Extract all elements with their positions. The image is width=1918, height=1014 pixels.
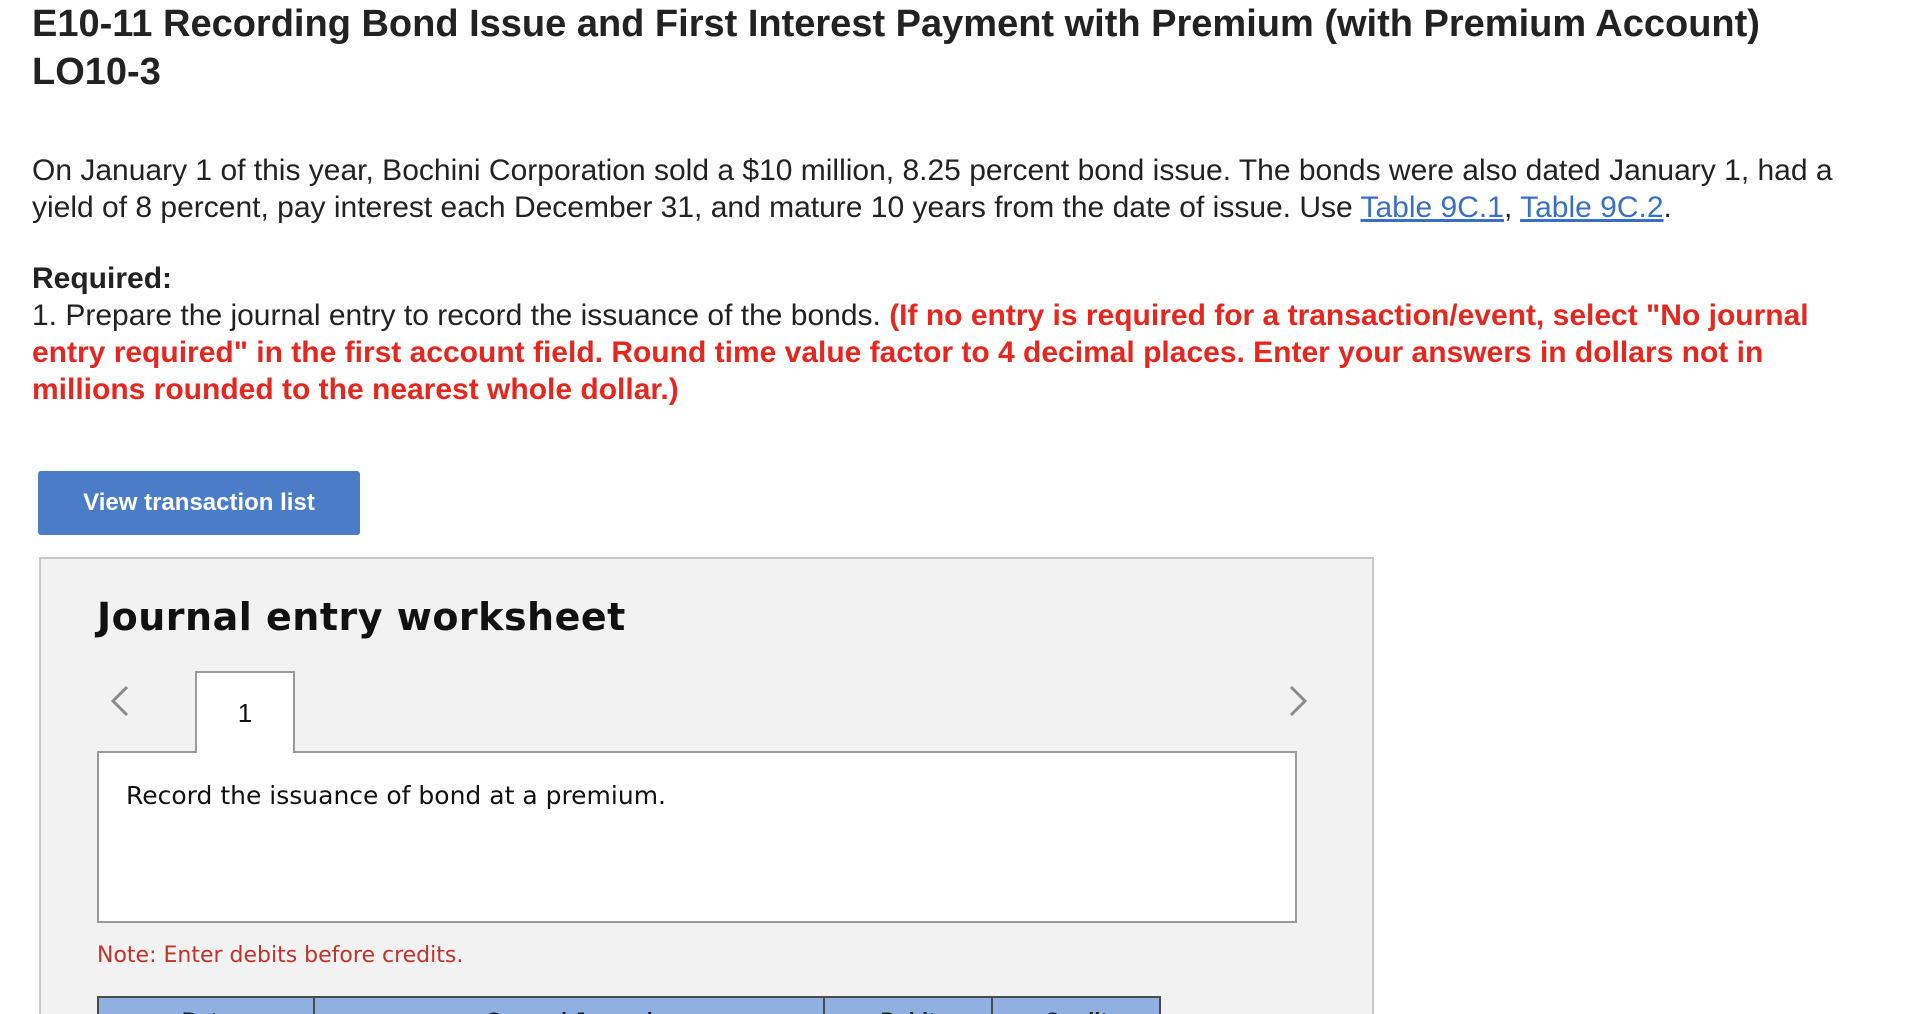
problem-text-end: .: [1663, 191, 1672, 224]
required-item-text: 1. Prepare the journal entry to record t…: [32, 299, 890, 332]
journal-entry-worksheet: Journal entry worksheet 1 Record the iss…: [39, 557, 1374, 1014]
problem-statement: On January 1 of this year, Bochini Corpo…: [32, 152, 1872, 226]
column-header-general-journal: General Journal: [315, 998, 825, 1014]
journal-table-header: Date General Journal Debit Credit: [97, 996, 1161, 1014]
chevron-right-icon[interactable]: [1281, 679, 1315, 723]
column-header-credit: Credit: [993, 998, 1159, 1014]
required-label: Required:: [32, 262, 173, 295]
link-separator: ,: [1503, 191, 1521, 224]
worksheet-title: Journal entry worksheet: [97, 595, 626, 639]
tab-entry-1[interactable]: 1: [195, 671, 295, 753]
table-9c2-link[interactable]: Table 9C.2: [1520, 191, 1663, 224]
chevron-left-icon[interactable]: [103, 679, 137, 723]
page-title: E10-11 Recording Bond Issue and First In…: [32, 3, 1760, 93]
required-section: Required: 1. Prepare the journal entry t…: [32, 260, 1872, 408]
entry-description: Record the issuance of bond at a premium…: [126, 781, 667, 810]
table-9c1-link[interactable]: Table 9C.1: [1361, 191, 1504, 224]
column-header-debit: Debit: [825, 998, 993, 1014]
page: E10-11 Recording Bond Issue and First In…: [0, 0, 1918, 1014]
column-header-date: Date: [99, 998, 315, 1014]
entry-note: Note: Enter debits before credits.: [97, 943, 464, 968]
entry-description-box: Record the issuance of bond at a premium…: [97, 751, 1297, 923]
view-transaction-list-button[interactable]: View transaction list: [38, 471, 360, 535]
